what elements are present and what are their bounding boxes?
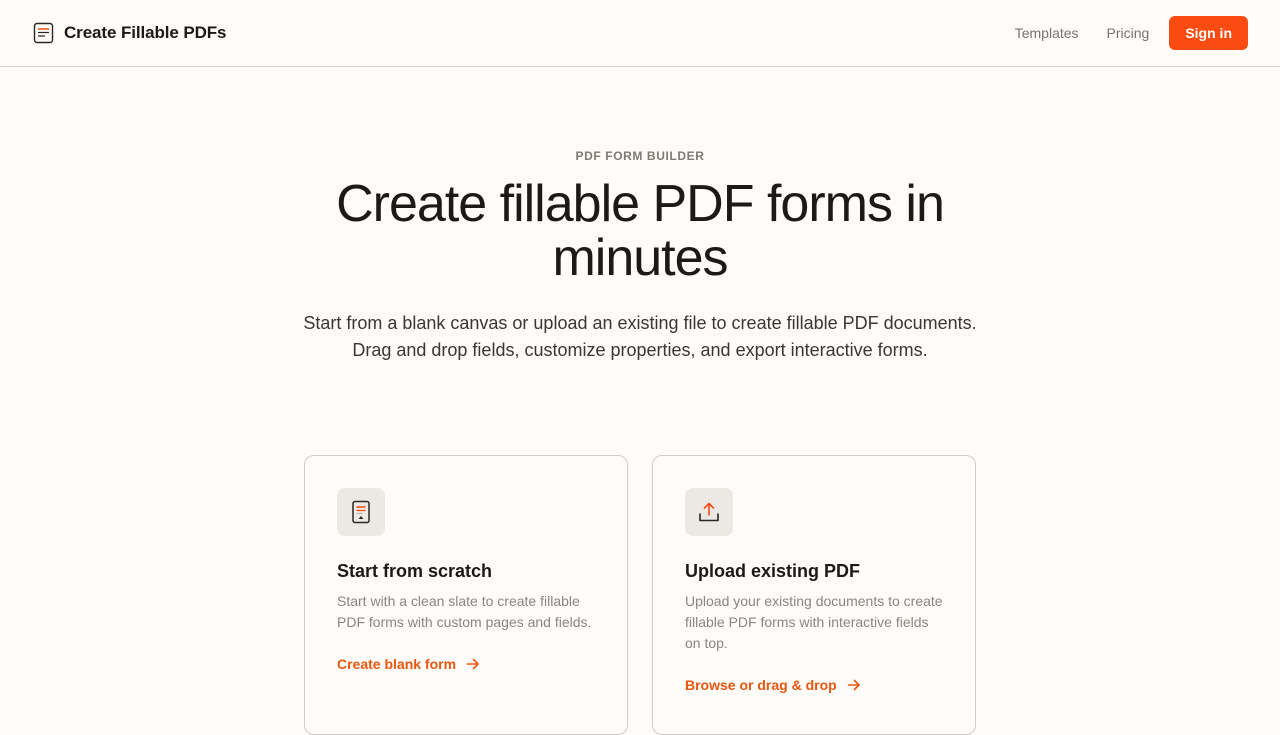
card-description: Start with a clean slate to create filla… <box>337 593 592 630</box>
browse-or-drag-drop-link[interactable]: Browse or drag & drop <box>685 677 943 693</box>
page-title: Create fillable PDF forms in minutes <box>336 175 945 287</box>
top-header: Create Fillable PDFs Templates Pricing S… <box>0 0 1280 67</box>
card-title: Upload existing PDF <box>685 561 861 581</box>
nav-link-templates[interactable]: Templates <box>1015 25 1079 41</box>
create-blank-form-link[interactable]: Create blank form <box>337 656 595 672</box>
card-title: Start from scratch <box>337 561 493 581</box>
card-action-label: Browse or drag & drop <box>685 677 837 693</box>
blank-document-icon <box>337 488 385 536</box>
document-icon <box>33 22 54 44</box>
nav-link-pricing[interactable]: Pricing <box>1107 25 1150 41</box>
top-nav: Templates Pricing Sign in <box>1015 16 1248 50</box>
hero-description: Start from a blank canvas or upload an e… <box>303 313 977 360</box>
upload-existing-pdf-card[interactable]: Upload existing PDF Upload your existing… <box>652 455 976 735</box>
sign-in-button[interactable]: Sign in <box>1169 16 1248 50</box>
brand[interactable]: Create Fillable PDFs <box>33 22 226 44</box>
arrow-right-icon <box>847 679 861 691</box>
arrow-right-icon <box>466 658 480 670</box>
start-from-scratch-card[interactable]: Start from scratch Start with a clean sl… <box>304 455 628 735</box>
brand-name: Create Fillable PDFs <box>64 23 227 42</box>
card-description: Upload your existing documents to create… <box>685 593 943 651</box>
upload-icon <box>685 488 733 536</box>
card-action-label: Create blank form <box>337 656 457 672</box>
hero-eyebrow: PDF FORM BUILDER <box>575 149 705 163</box>
